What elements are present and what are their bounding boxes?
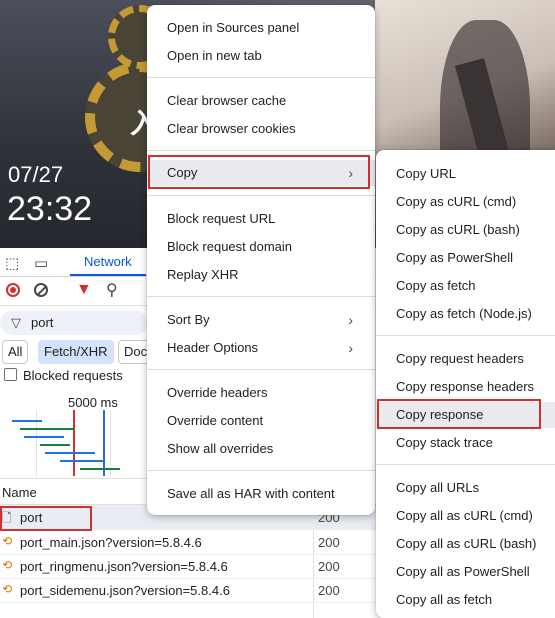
menu-separator	[376, 464, 555, 465]
menu-separator	[376, 335, 555, 336]
highlight-box-copy	[148, 155, 370, 189]
clock-date: 07/27	[8, 162, 64, 187]
xhr-icon: ⟲	[2, 582, 13, 596]
device-toolbar-icon[interactable]: ▭	[34, 254, 48, 272]
timeline-label: 5000 ms	[68, 395, 118, 410]
menu-item-copy-all-powershell[interactable]: Copy all as PowerShell	[376, 559, 555, 585]
menu-item-replay-xhr[interactable]: Replay XHR	[147, 262, 375, 288]
menu-item-sort-by[interactable]: Sort By ›	[147, 307, 375, 333]
request-status: 200	[318, 535, 340, 550]
menu-item-copy-curl-bash[interactable]: Copy as cURL (bash)	[376, 217, 555, 243]
filter-value: port	[31, 315, 54, 330]
menu-separator	[147, 470, 375, 471]
load-event-line	[73, 410, 75, 476]
highlight-box-copy-response	[377, 399, 541, 429]
menu-item-copy-request-headers[interactable]: Copy request headers	[376, 346, 555, 372]
timeline-bar	[24, 436, 64, 438]
timeline-gridline	[110, 410, 111, 476]
timeline-bar	[40, 444, 70, 446]
menu-item-copy-fetch-node[interactable]: Copy as fetch (Node.js)	[376, 301, 555, 327]
tab-network[interactable]: Network	[70, 248, 146, 276]
menu-item-clear-cache[interactable]: Clear browser cache	[147, 88, 375, 114]
menu-separator	[147, 150, 375, 151]
blocked-requests-label: Blocked requests	[23, 368, 123, 383]
menu-item-override-content[interactable]: Override content	[147, 408, 375, 434]
clear-icon[interactable]	[34, 283, 48, 297]
menu-item-copy-response-headers[interactable]: Copy response headers	[376, 374, 555, 400]
search-icon[interactable]: ⚲	[106, 280, 118, 300]
request-status: 200	[318, 559, 340, 574]
menu-item-copy-all-curl-cmd[interactable]: Copy all as cURL (cmd)	[376, 503, 555, 529]
checkbox-icon	[4, 368, 17, 381]
menu-item-block-domain[interactable]: Block request domain	[147, 234, 375, 260]
highlight-box-port-row	[0, 506, 92, 531]
menu-item-copy-curl-cmd[interactable]: Copy as cURL (cmd)	[376, 189, 555, 215]
request-status: 200	[318, 583, 340, 598]
filter-icon[interactable]: ▼	[76, 281, 92, 299]
menu-item-header-options[interactable]: Header Options ›	[147, 335, 375, 361]
timeline-bar	[45, 452, 95, 454]
menu-separator	[147, 77, 375, 78]
blocked-requests-toggle[interactable]: Blocked requests	[4, 368, 123, 383]
chip-all[interactable]: All	[2, 340, 29, 364]
timeline-bar	[12, 420, 42, 422]
request-context-menu: Open in Sources panel Open in new tab Cl…	[147, 5, 375, 515]
menu-separator	[147, 195, 375, 196]
menu-item-open-in-new-tab[interactable]: Open in new tab	[147, 43, 375, 69]
menu-item-copy-all-fetch[interactable]: Copy all as fetch	[376, 587, 555, 613]
timeline-bar	[20, 428, 75, 430]
filter-funnel-icon: ▽	[11, 315, 21, 330]
menu-item-copy-all-curl-bash[interactable]: Copy all as cURL (bash)	[376, 531, 555, 557]
timeline-bar	[60, 460, 105, 462]
menu-item-open-in-sources[interactable]: Open in Sources panel	[147, 15, 375, 41]
chevron-right-icon: ›	[348, 340, 353, 356]
xhr-icon: ⟲	[2, 558, 13, 572]
menu-item-block-url[interactable]: Block request URL	[147, 206, 375, 232]
timeline-bar	[80, 468, 120, 470]
record-icon[interactable]	[6, 283, 20, 297]
menu-item-copy-url[interactable]: Copy URL	[376, 161, 555, 187]
column-name[interactable]: Name	[2, 485, 37, 500]
clock-time: 23:32	[7, 190, 93, 228]
xhr-icon: ⟲	[2, 534, 13, 548]
inspect-element-icon[interactable]: ⬚	[5, 254, 19, 272]
menu-item-clear-cookies[interactable]: Clear browser cookies	[147, 116, 375, 142]
request-name: port_ringmenu.json?version=5.8.4.6	[20, 559, 228, 574]
menu-item-copy-stack-trace[interactable]: Copy stack trace	[376, 430, 555, 456]
chevron-right-icon: ›	[348, 312, 353, 328]
request-name: port_main.json?version=5.8.4.6	[20, 535, 202, 550]
request-name: port_sidemenu.json?version=5.8.4.6	[20, 583, 230, 598]
menu-separator	[147, 369, 375, 370]
menu-item-copy-all-urls[interactable]: Copy all URLs	[376, 475, 555, 501]
dcl-event-line	[103, 410, 105, 476]
menu-item-copy-fetch[interactable]: Copy as fetch	[376, 273, 555, 299]
menu-item-save-har[interactable]: Save all as HAR with content	[147, 481, 375, 507]
menu-item-copy-powershell[interactable]: Copy as PowerShell	[376, 245, 555, 271]
menu-separator	[147, 296, 375, 297]
chip-fetch-xhr[interactable]: Fetch/XHR	[38, 340, 114, 364]
menu-item-override-headers[interactable]: Override headers	[147, 380, 375, 406]
menu-item-show-overrides[interactable]: Show all overrides	[147, 436, 375, 462]
copy-submenu: Copy URL Copy as cURL (cmd) Copy as cURL…	[376, 150, 555, 618]
filter-input[interactable]: ▽ port	[0, 311, 148, 335]
